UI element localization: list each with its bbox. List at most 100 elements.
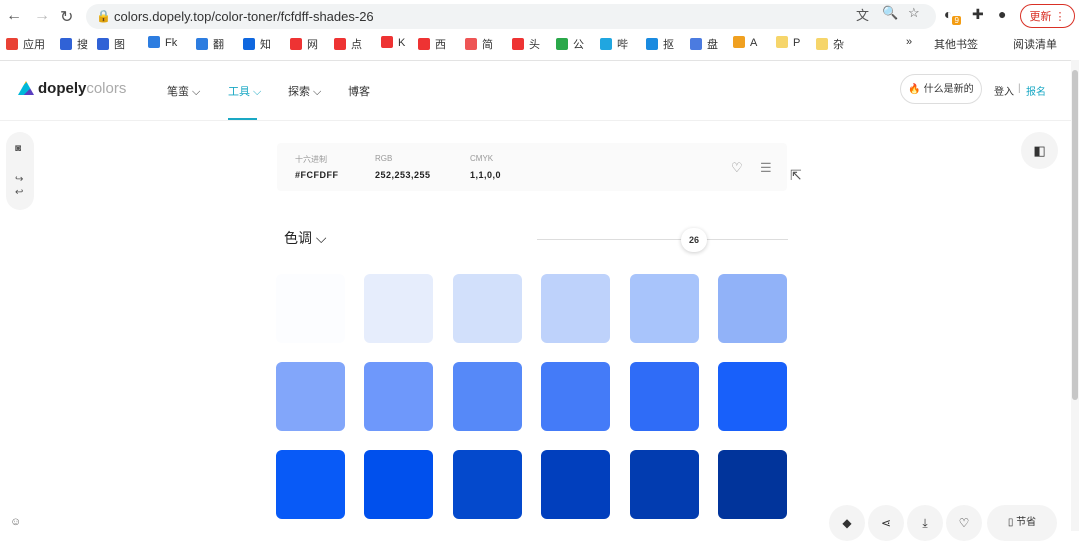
color-swatch[interactable] xyxy=(276,274,345,343)
bookmark-item[interactable]: 哔 xyxy=(600,36,628,52)
hex-value[interactable]: #FCFDFF xyxy=(295,170,339,180)
heart-icon[interactable]: ♡ xyxy=(731,160,743,176)
color-swatch[interactable] xyxy=(364,450,434,519)
bookmark-item[interactable]: 杂 xyxy=(816,36,844,52)
back-icon[interactable]: ← xyxy=(6,7,22,25)
forward-icon[interactable]: → xyxy=(34,7,50,25)
bookmark-item[interactable]: 图 xyxy=(97,36,125,52)
bookmark-item[interactable]: 头 xyxy=(512,36,540,52)
color-swatch[interactable] xyxy=(718,274,787,343)
address-bar[interactable]: 🔒 colors.dopely.top/color-toner/fcfdff-s… xyxy=(86,4,936,29)
color-swatch[interactable] xyxy=(452,450,522,519)
update-label: 更新 xyxy=(1029,11,1052,23)
cmyk-value[interactable]: 1,1,0,0 xyxy=(470,170,501,180)
bookmark-item[interactable]: 盘 xyxy=(690,36,718,52)
favorite-icon[interactable]: ♡ xyxy=(946,505,982,541)
login-link[interactable]: 登入 xyxy=(994,83,1014,98)
bookmark-item[interactable]: K xyxy=(381,36,405,49)
share-icon[interactable]: ⋖ xyxy=(868,505,904,541)
color-swatch[interactable] xyxy=(541,274,611,343)
reading-list[interactable]: 阅读清单 xyxy=(1013,36,1057,52)
bookmark-item[interactable]: 西 xyxy=(418,36,446,52)
color-swatch[interactable] xyxy=(629,450,699,519)
color-swatch[interactable] xyxy=(541,450,611,519)
download-icon[interactable]: ⤓ xyxy=(907,505,943,541)
other-bookmarks-folder[interactable]: 其他书签 xyxy=(934,36,978,52)
bookmark-item[interactable]: 点 xyxy=(334,36,362,52)
bookmark-icon xyxy=(556,38,568,50)
shades-slider-track[interactable] xyxy=(537,239,788,240)
bookmark-label: 知 xyxy=(260,39,271,51)
cube-icon[interactable]: ◆ xyxy=(829,505,865,541)
bookmark-label: K xyxy=(398,37,406,49)
site-header: dopelycolors 笔蛮 ⌵ 工具 ⌵ 探索 ⌵ 博客 🔥 什么是新的 登… xyxy=(0,60,1079,121)
bookmarks-bar: 应用 搜 图 Fk 翻 知 网 点 K 西 简 头 公 哔 抠 盘 A P 杂 » 其他书签 阅读清单 xyxy=(0,33,1079,55)
bookmark-item[interactable]: 知 xyxy=(243,36,271,52)
zoom-icon[interactable]: 🔍 xyxy=(882,5,898,21)
bookmark-item[interactable]: P xyxy=(776,36,800,49)
puzzle-icon[interactable]: ✚ xyxy=(972,6,984,23)
menu-palettes[interactable]: 笔蛮 ⌵ xyxy=(167,83,200,99)
translate-icon[interactable]: 文 xyxy=(856,5,869,24)
shades-dropdown[interactable]: 色调 ⌵ xyxy=(284,228,327,248)
bookmark-label: 盘 xyxy=(707,39,718,51)
color-swatch[interactable] xyxy=(541,362,611,431)
scroll-thumb[interactable] xyxy=(1072,70,1078,400)
color-picker-icon[interactable]: ◧ xyxy=(1021,132,1058,169)
bookmark-label: 杂 xyxy=(833,39,844,51)
separator: | xyxy=(1018,83,1021,94)
bookmark-icon xyxy=(418,38,430,50)
scrollbar[interactable] xyxy=(1071,60,1079,531)
logo-sub-text: colors xyxy=(86,80,127,97)
color-swatch[interactable] xyxy=(276,450,345,519)
bookmark-item[interactable]: 网 xyxy=(290,36,318,52)
color-swatch[interactable] xyxy=(452,362,522,431)
whats-new-button[interactable]: 🔥 什么是新的 xyxy=(900,74,982,104)
bookmark-item[interactable]: 应用 xyxy=(6,36,45,52)
bookmark-icon xyxy=(290,38,302,50)
bookmark-item[interactable]: 简 xyxy=(465,36,493,52)
lock-icon: 🔒 xyxy=(96,9,111,23)
bookmark-item[interactable]: 搜 xyxy=(60,36,88,52)
bookmark-label: 抠 xyxy=(663,39,674,51)
menu-blog[interactable]: 博客 xyxy=(348,83,370,99)
bookmark-item[interactable]: 翻 xyxy=(196,36,224,52)
menu-explore[interactable]: 探索 ⌵ xyxy=(288,83,321,99)
cmyk-label: CMYK xyxy=(470,154,494,163)
bookmark-item[interactable]: Fk xyxy=(148,36,177,49)
sliders-icon[interactable]: ☰ xyxy=(760,160,772,176)
signup-link[interactable]: 报名 xyxy=(1026,83,1046,98)
camera-icon[interactable]: ◙ xyxy=(15,143,21,154)
bookmark-item[interactable]: A xyxy=(733,36,757,49)
left-toolbar: ◙ ↪ ↩ xyxy=(6,132,34,210)
bookmark-item[interactable]: 抠 xyxy=(646,36,674,52)
logo-icon xyxy=(18,81,34,95)
redo-icon[interactable]: ↪ xyxy=(15,174,23,185)
color-swatch[interactable] xyxy=(364,274,434,343)
star-icon[interactable]: ☆ xyxy=(908,5,920,21)
rgb-value[interactable]: 252,253,255 xyxy=(375,170,431,180)
color-swatch[interactable] xyxy=(452,274,522,343)
bookmark-icon xyxy=(6,38,18,50)
color-swatch[interactable] xyxy=(364,362,434,431)
smiley-icon[interactable]: ☺ xyxy=(10,516,21,528)
update-button[interactable]: 更新 ⋮ xyxy=(1020,4,1075,28)
undo-icon[interactable]: ↩ xyxy=(15,187,23,198)
color-swatch[interactable] xyxy=(276,362,345,431)
save-button[interactable]: ▯ 节省 xyxy=(987,505,1057,541)
color-swatch[interactable] xyxy=(718,362,787,431)
extension-icon[interactable]: ◐ 9 xyxy=(944,6,961,25)
color-swatch[interactable] xyxy=(718,450,787,519)
logo[interactable]: dopelycolors xyxy=(18,80,126,97)
bookmark-icon xyxy=(243,38,255,50)
color-swatch[interactable] xyxy=(629,362,699,431)
bookmark-item[interactable]: 公 xyxy=(556,36,584,52)
profile-icon[interactable]: ● xyxy=(998,6,1006,22)
reload-icon[interactable]: ↻ xyxy=(60,7,73,27)
bookmark-icon xyxy=(97,38,109,50)
color-swatch[interactable] xyxy=(629,274,699,343)
shades-slider-knob[interactable]: 26 xyxy=(681,228,707,252)
bookmark-label: 点 xyxy=(351,39,362,51)
menu-tools[interactable]: 工具 ⌵ xyxy=(228,83,261,99)
more-bookmarks-icon[interactable]: » xyxy=(906,36,912,48)
